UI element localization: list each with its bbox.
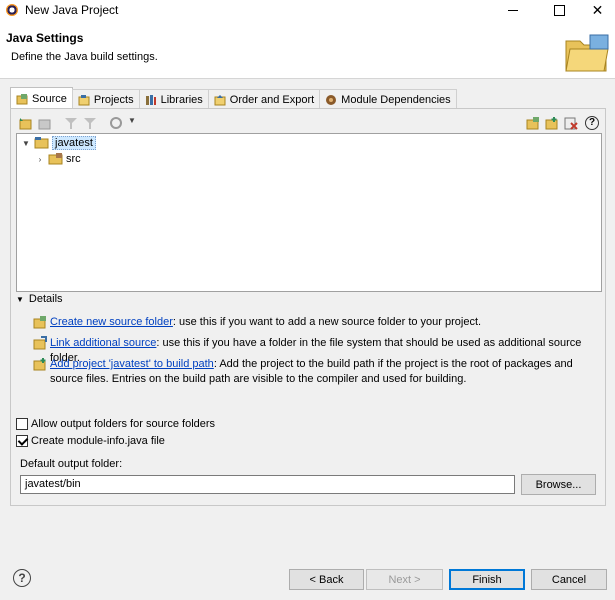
- create-module-info-checkbox[interactable]: [16, 435, 28, 447]
- create-module-info-option[interactable]: Create module-info.java file: [16, 435, 165, 447]
- chevron-right-icon[interactable]: ›: [35, 155, 45, 164]
- projects-icon: [78, 94, 90, 105]
- link-folder-icon: [33, 336, 47, 350]
- tab-module-dependencies[interactable]: Module Dependencies: [319, 89, 457, 109]
- tab-projects[interactable]: Projects: [71, 89, 140, 109]
- tab-label: Projects: [93, 93, 134, 106]
- filter-edit-icon[interactable]: [83, 116, 97, 130]
- wizard-banner: Java Settings Define the Java build sett…: [0, 20, 615, 79]
- tab-label: Libraries: [160, 93, 203, 106]
- filter-icon[interactable]: [64, 116, 78, 130]
- allow-output-folders-option[interactable]: Allow output folders for source folders: [16, 418, 215, 430]
- create-source-folder-link[interactable]: Create new source folder: [50, 316, 173, 328]
- tab-order-export[interactable]: Order and Export: [207, 89, 321, 109]
- link-additional-source-link[interactable]: Link additional source: [50, 337, 156, 349]
- tree-toolbar: ▼ ?: [16, 114, 602, 133]
- tree-item-javatest[interactable]: ▼ javatest: [21, 135, 96, 151]
- chevron-down-icon[interactable]: ▼: [21, 139, 31, 148]
- output-folder-field[interactable]: javatest/bin: [20, 475, 515, 494]
- tree-item-label: src: [66, 153, 81, 165]
- close-button[interactable]: ✕: [580, 0, 615, 20]
- module-icon: [326, 94, 337, 105]
- next-button[interactable]: Next >: [366, 569, 443, 590]
- detail-text: : use this if you want to add a new sour…: [172, 316, 482, 328]
- add-project-icon: [33, 358, 46, 371]
- chevron-down-icon[interactable]: ▼: [128, 116, 142, 130]
- cancel-button[interactable]: Cancel: [531, 569, 607, 590]
- title-bar: New Java Project ✕: [0, 0, 615, 20]
- package-folder-icon: [48, 153, 63, 165]
- details-toggle[interactable]: ▼ Details: [16, 293, 63, 305]
- back-button[interactable]: < Back: [289, 569, 364, 590]
- tab-bar: Source Projects Libraries Order and Expo…: [10, 87, 457, 109]
- source-tree: ▼ javatest › src: [16, 133, 602, 292]
- page-description: Define the Java build settings.: [11, 51, 158, 63]
- project-icon: [34, 137, 49, 149]
- maximize-button[interactable]: [536, 0, 582, 20]
- new-folder-icon[interactable]: [526, 116, 540, 130]
- browse-button[interactable]: Browse...: [521, 474, 596, 495]
- link-source-icon[interactable]: [38, 116, 52, 130]
- source-icon: [16, 93, 28, 104]
- minimize-button[interactable]: [490, 0, 536, 20]
- configure-icon[interactable]: [109, 116, 123, 130]
- folder-wizard-icon: [565, 34, 609, 72]
- add-source-folder-icon[interactable]: [19, 116, 33, 130]
- finish-button[interactable]: Finish: [449, 569, 525, 590]
- tab-label: Order and Export: [229, 93, 315, 106]
- help-icon[interactable]: ?: [13, 569, 31, 587]
- chevron-down-icon: ▼: [16, 294, 24, 304]
- order-export-icon: [214, 94, 226, 105]
- tree-item-label: javatest: [52, 136, 96, 150]
- new-source-folder-icon: [33, 316, 46, 329]
- remove-icon[interactable]: [564, 116, 578, 130]
- add-folder-icon[interactable]: [545, 116, 559, 130]
- add-project-to-build-path-link[interactable]: Add project 'javatest' to build path: [50, 358, 214, 370]
- help-icon[interactable]: ?: [585, 116, 599, 130]
- detail-add-project: Add project 'javatest' to build path: Ad…: [33, 357, 603, 387]
- detail-create-source-folder: Create new source folder: use this if yo…: [33, 315, 603, 330]
- window-title: New Java Project: [25, 3, 119, 17]
- detail-link-source: Link additional source: use this if you …: [33, 336, 603, 364]
- allow-output-folders-checkbox[interactable]: [16, 418, 28, 430]
- tab-libraries[interactable]: Libraries: [138, 89, 209, 109]
- tab-label: Source: [32, 92, 67, 105]
- output-folder-label: Default output folder:: [20, 458, 123, 470]
- eclipse-icon: [6, 4, 18, 16]
- tab-source[interactable]: Source: [10, 87, 73, 109]
- allow-output-folders-label: Allow output folders for source folders: [31, 418, 216, 430]
- tree-item-src[interactable]: › src: [35, 151, 81, 167]
- tab-label: Module Dependencies: [341, 93, 451, 106]
- page-title: Java Settings: [6, 31, 84, 45]
- libraries-icon: [145, 94, 156, 105]
- details-label: Details: [28, 293, 63, 305]
- create-module-info-label: Create module-info.java file: [31, 435, 165, 447]
